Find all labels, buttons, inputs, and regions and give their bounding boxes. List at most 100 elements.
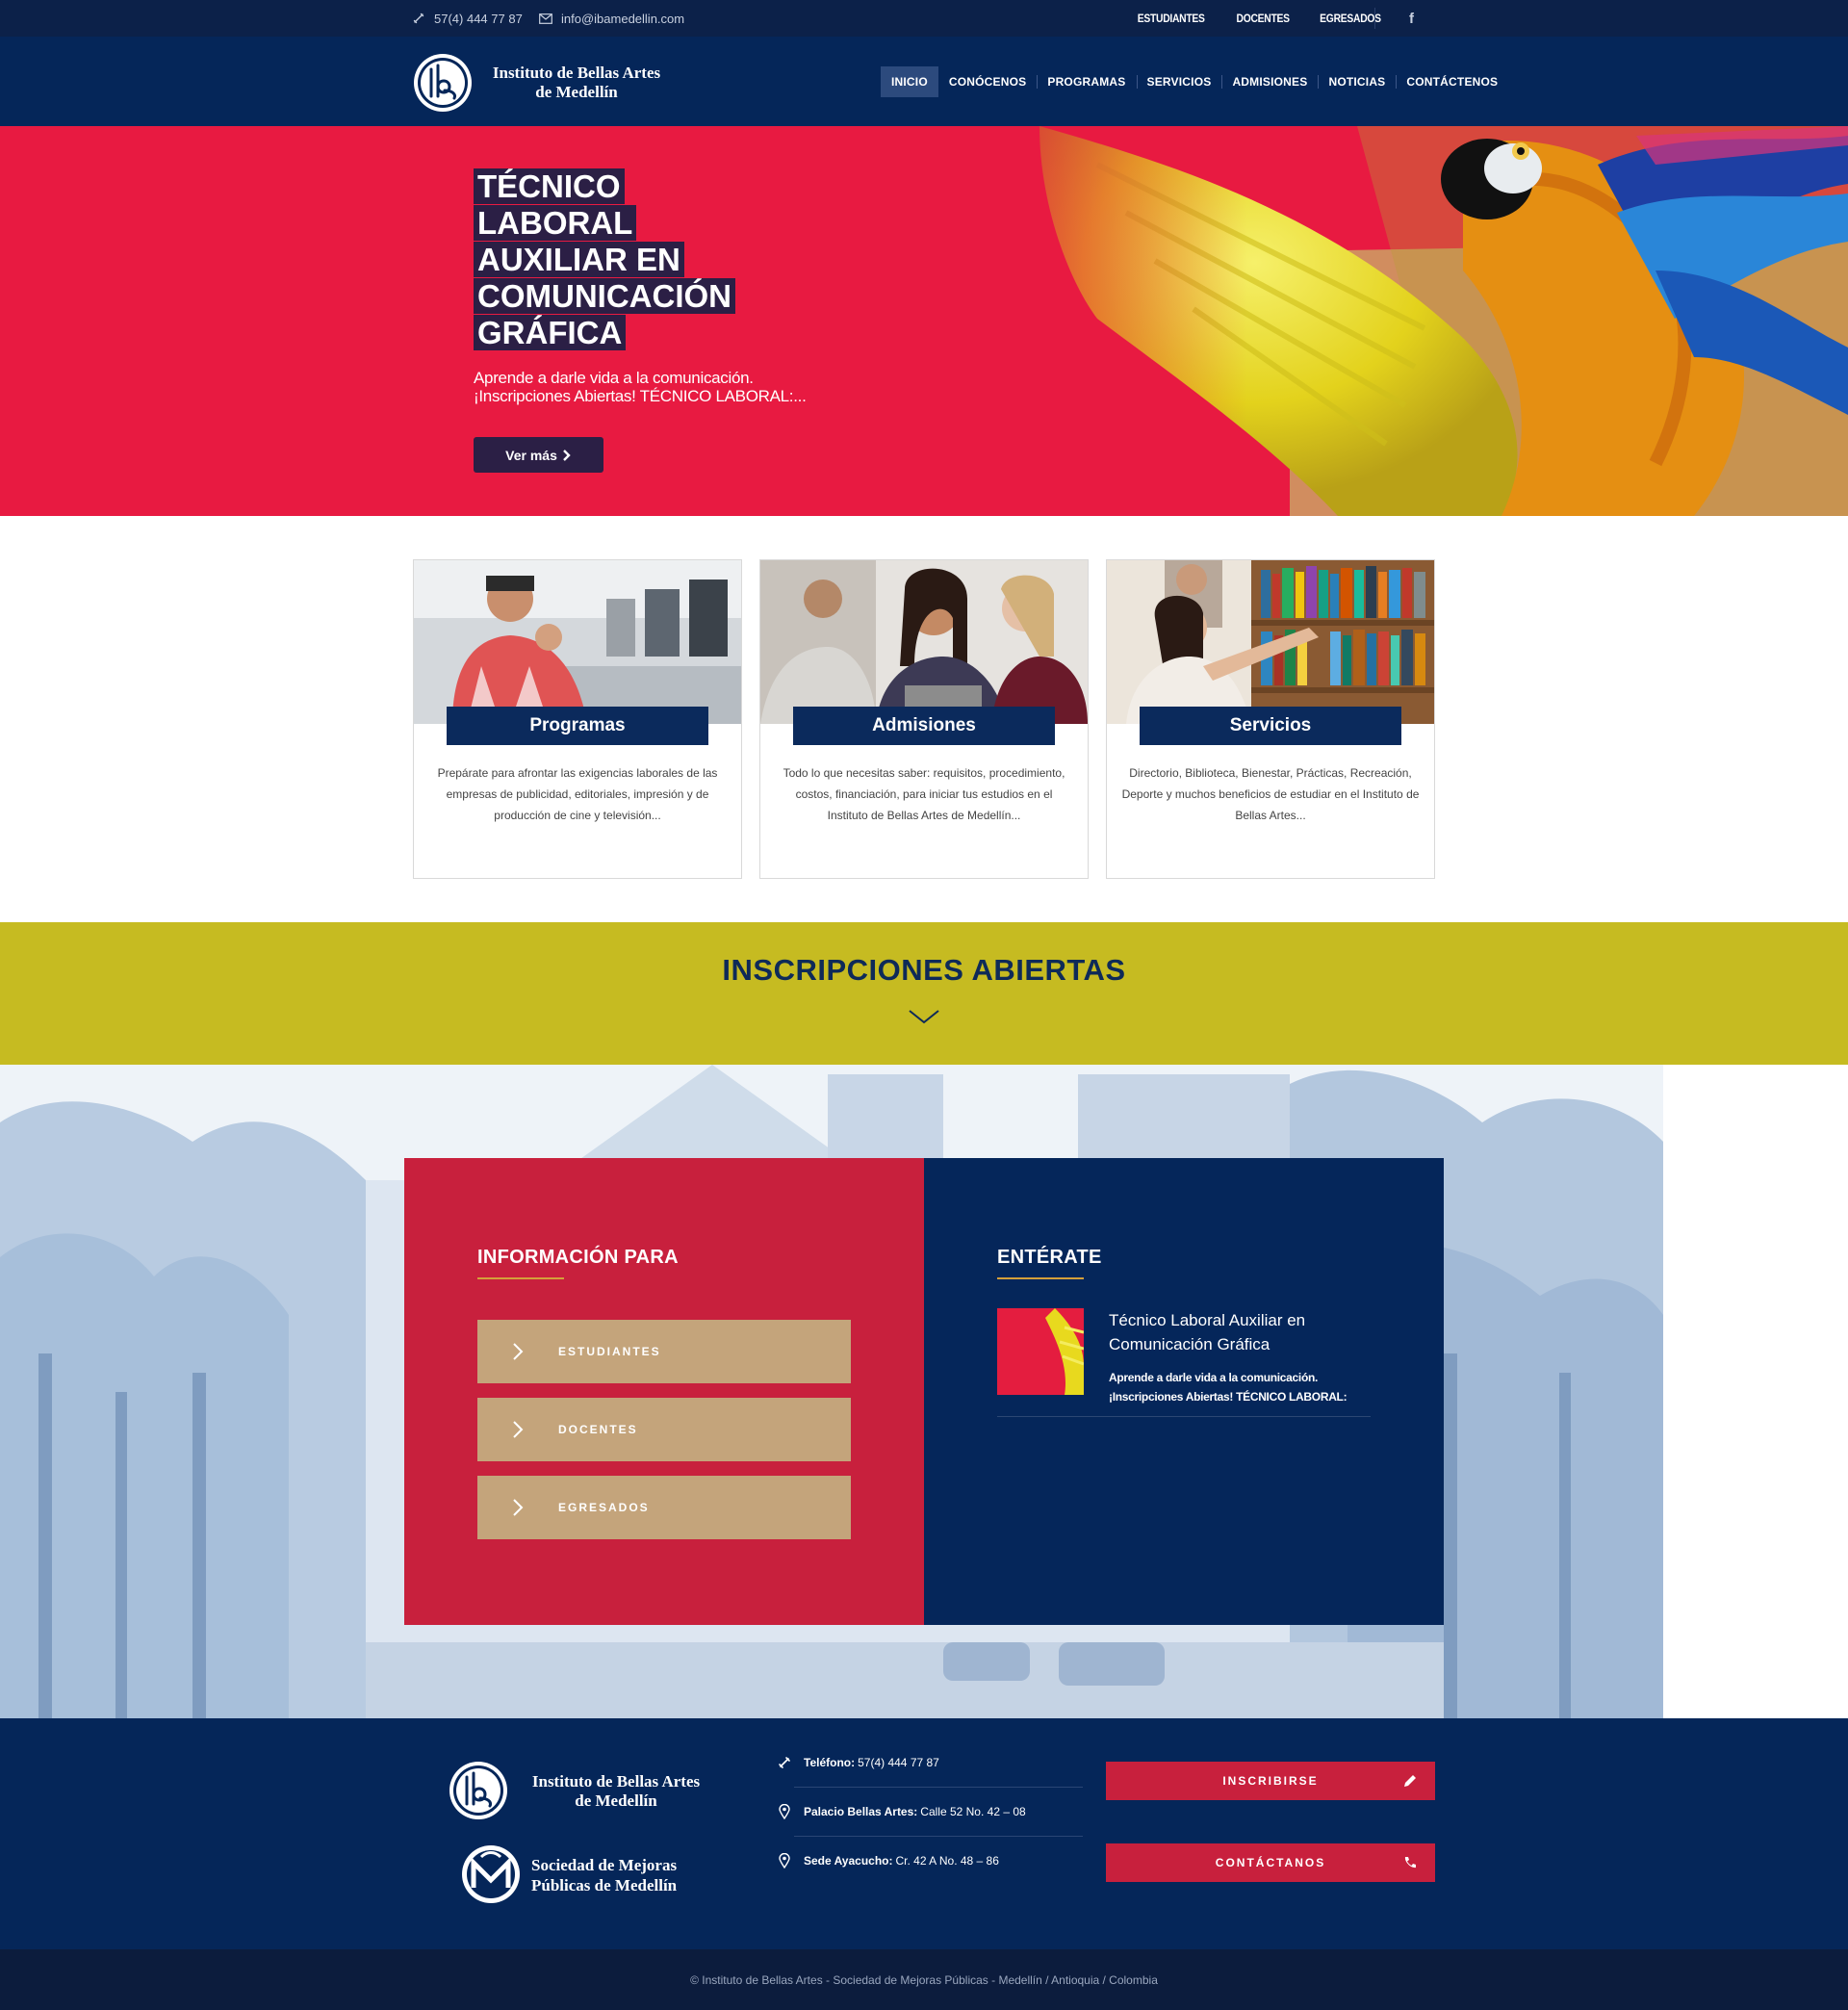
news-thumbnail[interactable] xyxy=(997,1308,1084,1395)
card-text-programas: Prepárate para afrontar las exigencias l… xyxy=(437,766,718,822)
card-label-programas[interactable]: Programas xyxy=(447,707,708,745)
footer-phone: Teléfono: 57(4) 444 77 87 xyxy=(765,1738,1088,1787)
contact-button[interactable]: CONTÁCTANOS xyxy=(1106,1843,1435,1882)
info-button-docentes[interactable]: DOCENTES xyxy=(477,1398,851,1461)
card-admisiones[interactable]: Admisiones Todo lo que necesitas saber: … xyxy=(759,559,1089,879)
hero-more-button[interactable]: Ver más xyxy=(474,437,603,473)
register-button[interactable]: INSCRIBIRSE xyxy=(1106,1762,1435,1800)
hero-title-line-4: COMUNICACIÓN xyxy=(474,278,735,314)
card-text-servicios: Directorio, Biblioteca, Bienestar, Práct… xyxy=(1121,766,1420,822)
news-title-underline xyxy=(997,1277,1084,1279)
news-title: ENTÉRATE xyxy=(997,1247,1102,1268)
chevron-right-icon xyxy=(563,449,571,461)
info-button-egresados[interactable]: EGRESADOS xyxy=(477,1476,851,1539)
iba-logo[interactable] xyxy=(448,1760,509,1821)
brand-name[interactable]: Instituto de Bellas Artes de Medellín xyxy=(485,64,668,102)
hero-slider[interactable]: TÉCNICO LABORAL AUXILIAR EN COMUNICACIÓN… xyxy=(0,126,1848,516)
facebook-icon[interactable]: f xyxy=(1409,0,1414,37)
footer-address-ayacucho: Sede Ayacucho: Cr. 42 A No. 48 – 86 xyxy=(765,1836,1088,1885)
top-bar: 57(4) 444 77 87 info@ibamedellin.com EST… xyxy=(0,0,1848,37)
nav-item-noticias[interactable]: NOTICIAS xyxy=(1318,66,1396,97)
footer-address-palacio: Palacio Bellas Artes: Calle 52 No. 42 – … xyxy=(765,1787,1088,1836)
map-pin-icon xyxy=(779,1852,790,1868)
info-panel: INFORMACIÓN PARA ESTUDIANTES DOCENTES EG… xyxy=(404,1158,924,1625)
map-pin-icon xyxy=(779,1803,790,1819)
news-item-title[interactable]: Técnico Laboral Auxiliar en Comunicación… xyxy=(1109,1308,1359,1356)
hero-subtitle-line-1: Aprende a darle vida a la comunicación. xyxy=(474,369,754,387)
phone-icon xyxy=(413,13,424,24)
footer-brand2-line-2: Públicas de Medellín xyxy=(531,1876,678,1894)
footer-brand-iba: Instituto de Bellas Artes de Medellín xyxy=(520,1772,712,1811)
phone-icon xyxy=(1404,1857,1416,1868)
copyright-bar: © Instituto de Bellas Artes - Sociedad d… xyxy=(0,1949,1848,2010)
site-header: Instituto de Bellas Artes de Medellín IN… xyxy=(0,37,1848,126)
nav-item-contactenos[interactable]: CONTÁCTENOS xyxy=(1396,66,1508,97)
hero-subtitle-line-2: ¡Inscripciones Abiertas! TÉCNICO LABORAL… xyxy=(474,387,807,405)
chevron-right-icon xyxy=(513,1343,524,1360)
news-desc-line-1: Aprende a darle vida a la comunicación. xyxy=(1109,1371,1319,1384)
nav-item-programas[interactable]: PROGRAMAS xyxy=(1037,66,1136,97)
copyright-text: © Instituto de Bellas Artes - Sociedad d… xyxy=(690,1972,1158,1987)
footer-brand1-line-2: de Medellín xyxy=(575,1791,657,1810)
chevron-down-icon[interactable] xyxy=(909,1009,939,1024)
top-phone-text: 57(4) 444 77 87 xyxy=(434,11,523,26)
footer-phone-label: Teléfono: xyxy=(804,1755,856,1769)
contact-button-label: CONTÁCTANOS xyxy=(1215,1856,1326,1869)
site-footer: Instituto de Bellas Artes de Medellín So… xyxy=(0,1718,1848,1949)
mail-icon xyxy=(539,13,552,24)
top-link-estudiantes[interactable]: ESTUDIANTES xyxy=(1138,12,1205,25)
nav-item-servicios[interactable]: SERVICIOS xyxy=(1136,66,1222,97)
inscripciones-band: INSCRIPCIONES ABIERTAS xyxy=(0,922,1848,1065)
chevron-right-icon xyxy=(513,1421,524,1438)
footer-address1-value: Calle 52 No. 42 – 08 xyxy=(920,1804,1026,1818)
info-button-estudiantes[interactable]: ESTUDIANTES xyxy=(477,1320,851,1383)
chevron-right-icon xyxy=(513,1499,524,1516)
main-nav: INICIO CONÓCENOS PROGRAMAS SERVICIOS ADM… xyxy=(881,66,1508,97)
top-link-egresados[interactable]: EGRESADOS xyxy=(1320,12,1381,25)
card-programas[interactable]: Programas Prepárate para afrontar las ex… xyxy=(413,559,742,879)
news-divider xyxy=(997,1416,1371,1417)
servicios-photo xyxy=(1107,560,1434,724)
hero-title-line-2: LABORAL xyxy=(474,205,637,241)
hero-title-line-3: AUXILIAR EN xyxy=(474,242,684,277)
admisiones-photo xyxy=(760,560,1088,724)
news-panel: ENTÉRATE Técnico Laboral Auxiliar en Com… xyxy=(924,1158,1444,1625)
hero-parrot-image xyxy=(924,126,1848,516)
hero-title: TÉCNICO LABORAL AUXILIAR EN COMUNICACIÓN… xyxy=(474,168,878,351)
footer-address2-value: Cr. 42 A No. 48 – 86 xyxy=(895,1853,999,1868)
hero-subtitle: Aprende a darle vida a la comunicación. … xyxy=(474,369,859,405)
footer-address2-label: Sede Ayacucho: xyxy=(804,1853,893,1868)
news-item-description: Aprende a darle vida a la comunicación. … xyxy=(1109,1368,1369,1406)
nav-item-inicio[interactable]: INICIO xyxy=(881,66,938,97)
card-servicios[interactable]: Servicios Directorio, Biblioteca, Bienes… xyxy=(1106,559,1435,879)
footer-brand2-line-1: Sociedad de Mejoras xyxy=(531,1856,678,1874)
footer-brand-smp: Sociedad de Mejoras Públicas de Medellín xyxy=(531,1855,705,1895)
brand-line-1: Instituto de Bellas Artes xyxy=(492,64,661,82)
info-title-underline xyxy=(477,1277,564,1279)
top-phone: 57(4) 444 77 87 xyxy=(412,0,523,37)
pencil-icon xyxy=(1404,1775,1416,1787)
footer-address1-label: Palacio Bellas Artes: xyxy=(804,1804,918,1818)
info-button-label: EGRESADOS xyxy=(558,1501,650,1514)
card-text-admisiones: Todo lo que necesitas saber: requisitos,… xyxy=(783,766,1065,822)
info-button-label: DOCENTES xyxy=(558,1423,638,1436)
nav-item-admisiones[interactable]: ADMISIONES xyxy=(1221,66,1318,97)
phone-icon xyxy=(779,1756,790,1768)
card-label-admisiones[interactable]: Admisiones xyxy=(793,707,1055,745)
brand-line-2: de Medellín xyxy=(535,83,618,101)
hero-more-label: Ver más xyxy=(505,447,557,463)
top-divider xyxy=(1374,8,1375,29)
hero-title-line-1: TÉCNICO xyxy=(474,168,625,204)
iba-logo[interactable] xyxy=(412,52,474,114)
news-desc-line-2: ¡Inscripciones Abiertas! TÉCNICO LABORAL… xyxy=(1109,1390,1348,1404)
programas-photo xyxy=(414,560,741,724)
hero-title-line-5: GRÁFICA xyxy=(474,315,627,350)
top-link-docentes[interactable]: DOCENTES xyxy=(1236,12,1290,25)
inscripciones-title: INSCRIPCIONES ABIERTAS xyxy=(722,953,1126,987)
card-label-servicios[interactable]: Servicios xyxy=(1140,707,1401,745)
info-title: INFORMACIÓN PARA xyxy=(477,1247,679,1268)
footer-phone-value: 57(4) 444 77 87 xyxy=(858,1755,939,1769)
nav-item-conocenos[interactable]: CONÓCENOS xyxy=(938,66,1037,97)
smp-logo[interactable] xyxy=(460,1843,522,1905)
top-email[interactable]: info@ibamedellin.com xyxy=(539,0,684,37)
